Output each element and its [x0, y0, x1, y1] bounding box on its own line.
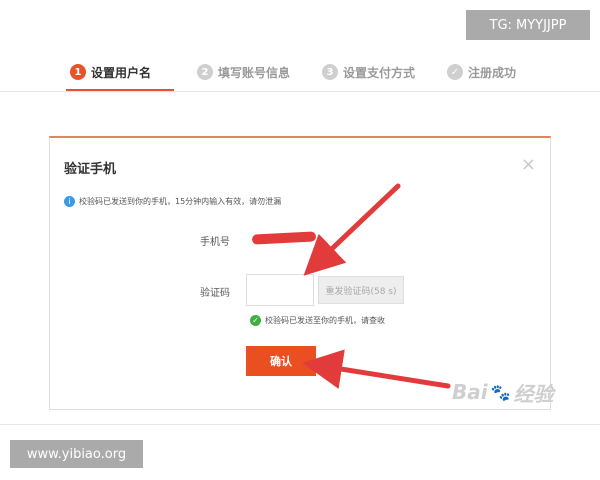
- step-2: 2 填写账号信息: [197, 60, 290, 84]
- info-message: i 校验码已发送到你的手机，15分钟内输入有效，请勿泄漏: [64, 196, 281, 207]
- step-1-number: 1: [70, 64, 86, 80]
- step-3-number: 3: [322, 64, 338, 80]
- step-2-number: 2: [197, 64, 213, 80]
- check-icon: ✓: [447, 64, 463, 80]
- confirm-button[interactable]: 确认: [246, 346, 316, 376]
- success-text: 校验码已发送至你的手机，请查收: [265, 316, 385, 325]
- verify-phone-dialog: 验证手机 × i 校验码已发送到你的手机，15分钟内输入有效，请勿泄漏 手机号 …: [49, 136, 551, 410]
- phone-label: 手机号: [200, 237, 230, 248]
- baidu-watermark: Bai 🐾 经验: [452, 372, 592, 412]
- close-icon[interactable]: ×: [521, 154, 536, 175]
- phone-number-redacted: [251, 231, 317, 245]
- success-message: ✓ 校验码已发送至你的手机，请查收: [250, 315, 385, 326]
- info-text: 校验码已发送到你的手机，15分钟内输入有效，请勿泄漏: [79, 197, 282, 206]
- step-1-label: 设置用户名: [91, 65, 152, 80]
- step-3: 3 设置支付方式: [322, 60, 415, 84]
- code-label: 验证码: [200, 288, 230, 299]
- dialog-title: 验证手机: [64, 162, 117, 177]
- info-icon: i: [64, 196, 75, 207]
- step-4-label: 注册成功: [468, 65, 517, 80]
- success-check-icon: ✓: [250, 315, 261, 326]
- step-4: ✓ 注册成功: [447, 60, 516, 84]
- paw-icon: 🐾: [490, 382, 511, 402]
- baidu-watermark-right: 经验: [513, 381, 554, 406]
- resend-code-button[interactable]: 重发验证码(58 s): [318, 276, 404, 304]
- verification-code-input[interactable]: [246, 274, 314, 306]
- watermark-bottom: www.yibiao.org: [10, 440, 143, 468]
- step-divider: [0, 91, 600, 92]
- step-3-label: 设置支付方式: [343, 65, 416, 80]
- watermark-top: TG: MYYJJPP: [466, 10, 590, 40]
- footer-divider: [0, 424, 600, 425]
- step-1: 1 设置用户名: [70, 60, 151, 84]
- baidu-watermark-left: Bai: [452, 380, 488, 404]
- step-2-label: 填写账号信息: [218, 65, 291, 80]
